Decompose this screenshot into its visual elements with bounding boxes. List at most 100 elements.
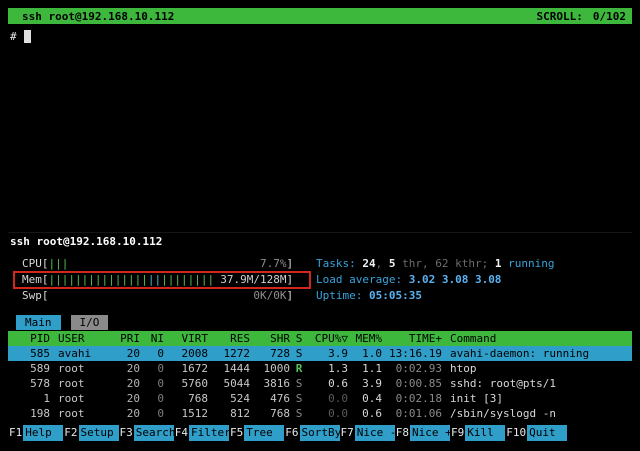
meters-right: Tasks: 24, 5 thr, 62 kthr; 1 runningLoad… — [308, 257, 632, 305]
tab-main[interactable]: Main — [16, 315, 61, 330]
fn-nice[interactable]: F7Nice - — [340, 425, 395, 441]
cell-res: 5044 — [208, 376, 250, 391]
screen-tabs: Main I/O — [8, 315, 632, 331]
cell-pid: 198 — [14, 406, 50, 421]
cell-shr: 3816 — [250, 376, 290, 391]
process-row-198[interactable]: 198root2001512812768S0.00.60:01.06/sbin/… — [8, 406, 632, 421]
cell-pri: 20 — [112, 406, 140, 421]
cell-s: S — [290, 346, 308, 361]
mem-meter-caption: Mem — [22, 273, 42, 286]
column-header-time[interactable]: TIME+ — [382, 331, 442, 346]
fkey-f5-label: F5 — [229, 425, 244, 441]
scroll-indicator: SCROLL:0/102 — [537, 10, 626, 23]
cell-cmd: htop — [442, 361, 632, 376]
column-header-res[interactable]: RES — [208, 331, 250, 346]
cell-s: R — [290, 361, 308, 376]
column-header-mem[interactable]: MEM% — [348, 331, 382, 346]
fn-quit[interactable]: F10Quit — [505, 425, 567, 441]
cell-virt: 1512 — [164, 406, 208, 421]
tasks-text: Tasks: 24, 5 thr, 62 kthr; 1 running — [316, 257, 632, 273]
fkey-f1-label: F1 — [8, 425, 23, 441]
cell-ni: 0 — [140, 376, 164, 391]
fn-tree[interactable]: F5Tree — [229, 425, 284, 441]
fn-help-label: Help — [23, 425, 63, 441]
process-row-578[interactable]: 578root200576050443816S0.63.90:00.85sshd… — [8, 376, 632, 391]
column-header-pid[interactable]: PID — [14, 331, 50, 346]
cell-pid: 585 — [14, 346, 50, 361]
cell-ni: 0 — [140, 346, 164, 361]
cell-res: 1444 — [208, 361, 250, 376]
meters-section: CPU[|||7.7%]Mem[||||||||||||||||||||||||… — [8, 257, 632, 305]
fn-filter[interactable]: F4Filter — [174, 425, 229, 441]
scroll-label: SCROLL: — [537, 10, 583, 23]
cell-virt: 2008 — [164, 346, 208, 361]
swp-meter-value: 0K/0K — [253, 289, 286, 302]
column-header-shr[interactable]: SHR — [250, 331, 290, 346]
column-header-user[interactable]: USER — [50, 331, 112, 346]
process-row-1[interactable]: 1root200768524476S0.00.40:02.18init [3] — [8, 391, 632, 406]
cell-cmd: avahi-daemon: running — [442, 346, 632, 361]
meters-left: CPU[|||7.7%]Mem[||||||||||||||||||||||||… — [8, 257, 308, 305]
cell-time: 0:02.93 — [382, 361, 442, 376]
fn-search-label: Search — [134, 425, 174, 441]
cell-ni: 0 — [140, 391, 164, 406]
cell-cpu: 0.0 — [308, 391, 348, 406]
cell-mem: 1.1 — [348, 361, 382, 376]
cell-mem: 1.0 — [348, 346, 382, 361]
fkey-f3-label: F3 — [119, 425, 134, 441]
cell-ni: 0 — [140, 361, 164, 376]
fn-kill[interactable]: F9Kill — [450, 425, 505, 441]
bottom-pane-title: ssh root@192.168.10.112 — [8, 232, 632, 249]
column-header-cpu[interactable]: CPU%▽ — [308, 331, 348, 346]
fn-search[interactable]: F3Search — [119, 425, 174, 441]
cell-shr: 768 — [250, 406, 290, 421]
column-header-pri[interactable]: PRI — [112, 331, 140, 346]
cell-pri: 20 — [112, 376, 140, 391]
cell-mem: 0.6 — [348, 406, 382, 421]
cpu-meter-bars: ||| — [49, 257, 69, 270]
load-average-text: Load average: 3.02 3.08 3.08 — [316, 273, 632, 289]
cell-s: S — [290, 376, 308, 391]
cell-time: 0:01.06 — [382, 406, 442, 421]
mem-meter-bars: ||||||||||||||||||||||||| — [49, 273, 215, 286]
cell-s: S — [290, 391, 308, 406]
swp-meter-caption: Swp — [22, 289, 42, 302]
cell-res: 1272 — [208, 346, 250, 361]
fn-nice-label: Nice + — [410, 425, 450, 441]
cell-cpu: 1.3 — [308, 361, 348, 376]
fkey-f6-label: F6 — [284, 425, 299, 441]
top-session-title: ssh root@192.168.10.112 — [22, 10, 174, 23]
fn-sortby[interactable]: F6SortBy — [284, 425, 339, 441]
fkey-f2-label: F2 — [63, 425, 78, 441]
column-header-virt[interactable]: VIRT — [164, 331, 208, 346]
fn-help[interactable]: F1Help — [8, 425, 63, 441]
fn-tree-label: Tree — [244, 425, 284, 441]
fn-sortby-label: SortBy — [300, 425, 340, 441]
fn-setup-label: Setup — [79, 425, 119, 441]
htop-panel: CPU[|||7.7%]Mem[||||||||||||||||||||||||… — [8, 249, 632, 441]
column-header-s[interactable]: S — [290, 331, 308, 346]
cell-res: 524 — [208, 391, 250, 406]
uptime-text: Uptime: 05:05:35 — [316, 289, 632, 305]
process-row-585[interactable]: 585avahi20020081272728S3.91.013:16.19ava… — [8, 346, 632, 361]
process-table-body: 585avahi20020081272728S3.91.013:16.19ava… — [8, 346, 632, 421]
cell-shr: 728 — [250, 346, 290, 361]
terminal-screen: ssh root@192.168.10.112 SCROLL:0/102 # s… — [0, 0, 640, 451]
fn-nice[interactable]: F8Nice + — [395, 425, 450, 441]
cell-pri: 20 — [112, 391, 140, 406]
cpu-meter-caption: CPU — [22, 257, 42, 270]
cpu-meter: CPU[|||7.7%] — [22, 257, 308, 273]
cell-shr: 1000 — [250, 361, 290, 376]
tab-i-o[interactable]: I/O — [71, 315, 109, 330]
cell-mem: 0.4 — [348, 391, 382, 406]
swp-meter: Swp[0K/0K] — [22, 289, 308, 305]
cell-user: root — [50, 361, 112, 376]
column-header-ni[interactable]: NI — [140, 331, 164, 346]
column-header-cmd[interactable]: Command — [442, 331, 632, 346]
cell-res: 812 — [208, 406, 250, 421]
top-terminal[interactable]: # — [8, 24, 632, 232]
fn-quit-label: Quit — [527, 425, 567, 441]
cell-pri: 20 — [112, 346, 140, 361]
fn-setup[interactable]: F2Setup — [63, 425, 118, 441]
process-row-589[interactable]: 589root200167214441000R1.31.10:02.93htop — [8, 361, 632, 376]
